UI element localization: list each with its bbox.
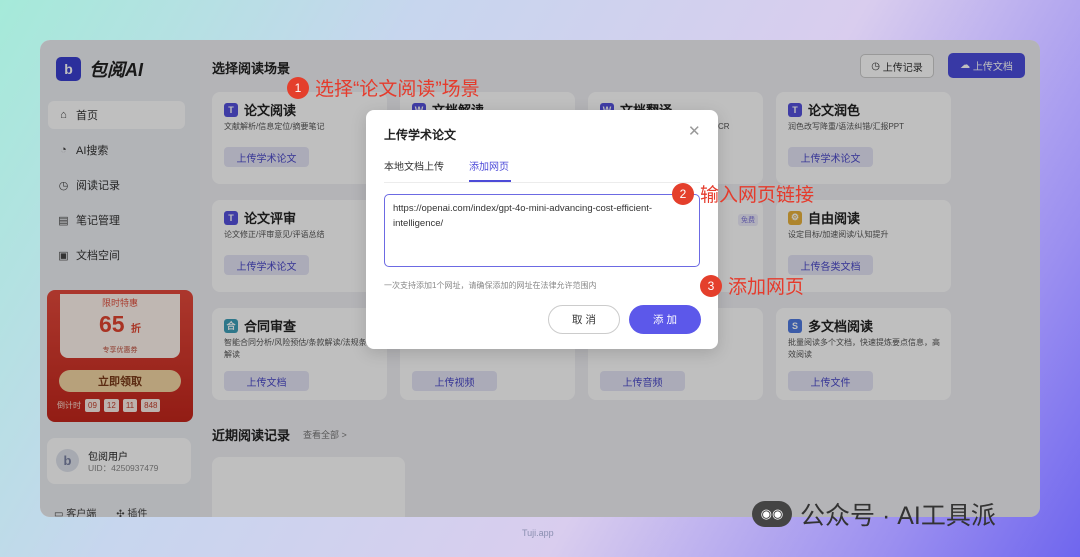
active-tab-indicator — [469, 180, 511, 182]
app-window: b 包阅AI ⌂ 首页 ◔ AI搜索 ◷ 阅读记录 ▤ 笔记管理 ▣ 文档空间 — [40, 40, 1040, 517]
annotation-step-3: 3 添加网页 — [700, 272, 804, 299]
source-watermark: Tuji.app — [522, 528, 554, 538]
add-button[interactable]: 添 加 — [629, 305, 701, 334]
dialog-title: 上传学术论文 — [384, 128, 457, 142]
tab-add-webpage[interactable]: 添加网页 — [469, 158, 509, 173]
annotation-step-2: 2 输入网页链接 — [672, 180, 814, 207]
tab-divider — [384, 182, 700, 183]
upload-paper-dialog: 上传学术论文 ✕ 本地文档上传 添加网页 https://openai.com/… — [366, 110, 718, 349]
cancel-button[interactable]: 取 消 — [548, 305, 620, 334]
close-icon[interactable]: ✕ — [688, 122, 701, 140]
annotation-step-1: 1 选择“论文阅读”场景 — [287, 74, 480, 101]
brand-watermark: ◉◉ 公众号 · AI工具派 — [752, 496, 996, 532]
tab-local-upload[interactable]: 本地文档上传 — [384, 158, 444, 173]
wechat-icon: ◉◉ — [752, 501, 792, 527]
url-note: 一次支持添加1个网址，请确保添加的网址在法律允许范围内 — [384, 281, 597, 290]
url-input[interactable]: https://openai.com/index/gpt-4o-mini-adv… — [384, 194, 700, 267]
